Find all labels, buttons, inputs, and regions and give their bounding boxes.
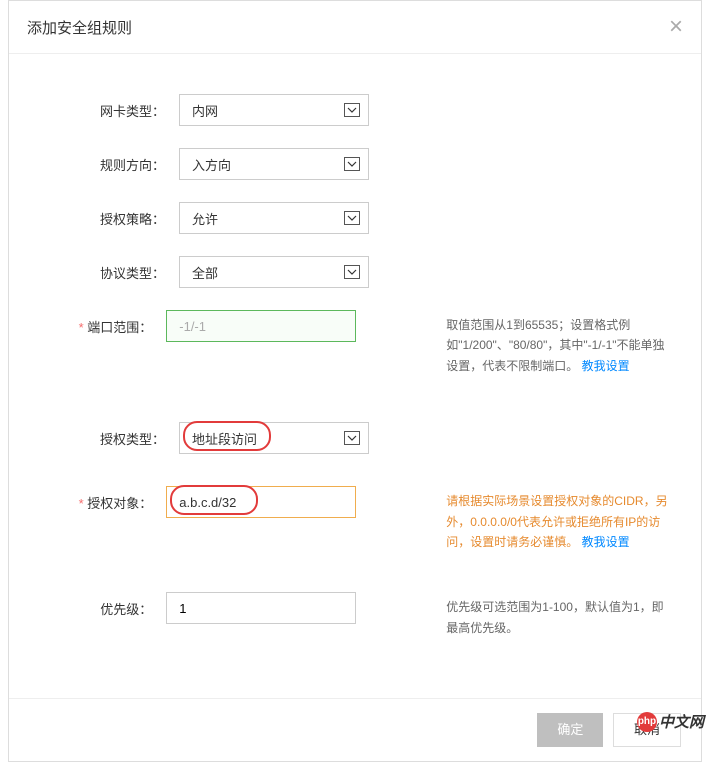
label-nic-type: 网卡类型： [39, 94, 179, 120]
help-port-range-text: 取值范围从1到65535；设置格式例如"1/200"、"80/80"，其中"-1… [446, 318, 664, 373]
watermark-text: 中文网 [659, 711, 704, 732]
row-auth-type: 授权类型： 地址段访问 [39, 422, 671, 454]
help-auth-object: 请根据实际场景设置授权对象的CIDR，另外，0.0.0.0/0代表允许或拒绝所有… [446, 486, 671, 552]
input-priority[interactable] [166, 592, 356, 624]
row-auth-policy: 授权策略： 允许 [39, 202, 671, 234]
help-auth-object-link[interactable]: 教我设置 [582, 535, 630, 549]
row-protocol: 协议类型： 全部 [39, 256, 671, 288]
watermark: php 中文网 [637, 711, 704, 732]
close-icon[interactable]: × [669, 15, 683, 39]
label-port-range: 端口范围： [39, 310, 166, 336]
row-auth-object: 授权对象： 请根据实际场景设置授权对象的CIDR，另外，0.0.0.0/0代表允… [39, 486, 671, 552]
dialog-title: 添加安全组规则 [27, 17, 132, 38]
label-priority: 优先级： [39, 592, 166, 618]
select-direction[interactable]: 入方向 [179, 148, 369, 180]
select-auth-policy[interactable]: 允许 [179, 202, 369, 234]
chevron-down-icon [344, 103, 360, 117]
watermark-logo: php [637, 712, 657, 732]
select-protocol[interactable]: 全部 [179, 256, 369, 288]
label-auth-object: 授权对象： [39, 486, 166, 512]
select-auth-type[interactable]: 地址段访问 [179, 422, 369, 454]
label-auth-policy: 授权策略： [39, 202, 179, 228]
chevron-down-icon [344, 211, 360, 225]
select-protocol-value: 全部 [192, 263, 218, 282]
chevron-down-icon [344, 157, 360, 171]
dialog-header: 添加安全组规则 × [9, 1, 701, 54]
chevron-down-icon [344, 431, 360, 445]
select-direction-value: 入方向 [192, 155, 231, 174]
help-priority: 优先级可选范围为1-100，默认值为1，即最高优先级。 [446, 592, 671, 638]
input-auth-object[interactable] [166, 486, 356, 518]
row-nic-type: 网卡类型： 内网 [39, 94, 671, 126]
chevron-down-icon [344, 265, 360, 279]
select-auth-policy-value: 允许 [192, 209, 218, 228]
select-auth-type-value: 地址段访问 [192, 429, 257, 448]
dialog-footer: 确定 取消 [9, 698, 701, 761]
row-direction: 规则方向： 入方向 [39, 148, 671, 180]
row-priority: 优先级： 优先级可选范围为1-100，默认值为1，即最高优先级。 [39, 592, 671, 638]
select-nic-type[interactable]: 内网 [179, 94, 369, 126]
label-protocol: 协议类型： [39, 256, 179, 282]
confirm-button[interactable]: 确定 [537, 713, 603, 747]
help-auth-object-text: 请根据实际场景设置授权对象的CIDR，另外，0.0.0.0/0代表允许或拒绝所有… [446, 494, 667, 549]
dialog-body: 网卡类型： 内网 规则方向： 入方向 授权策略： [9, 54, 701, 698]
label-auth-type: 授权类型： [39, 422, 179, 448]
add-security-rule-dialog: 添加安全组规则 × 网卡类型： 内网 规则方向： 入方向 [8, 0, 702, 762]
help-port-range-link[interactable]: 教我设置 [582, 359, 630, 373]
select-nic-type-value: 内网 [192, 101, 218, 120]
input-port-range[interactable] [166, 310, 356, 342]
label-direction: 规则方向： [39, 148, 179, 174]
help-port-range: 取值范围从1到65535；设置格式例如"1/200"、"80/80"，其中"-1… [446, 310, 671, 376]
row-port-range: 端口范围： 取值范围从1到65535；设置格式例如"1/200"、"80/80"… [39, 310, 671, 376]
